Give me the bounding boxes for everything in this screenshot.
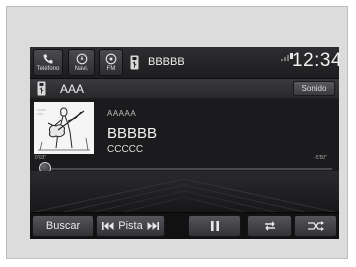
track-title: BBBBB: [107, 125, 158, 142]
album-subtitle: CCCCC: [107, 144, 144, 155]
repeat-icon: [264, 221, 275, 231]
radio-icon: [105, 53, 117, 64]
phone-icon: [43, 54, 53, 64]
shuffle-button[interactable]: [294, 215, 337, 237]
pause-icon: [210, 221, 219, 231]
compass-icon: [76, 53, 87, 64]
usb-icon: [37, 81, 46, 96]
control-bar: Buscar Pista: [30, 212, 339, 239]
now-playing-track-status: BBBBB: [148, 56, 185, 68]
remaining-time: -5'50": [314, 155, 327, 161]
elapsed-time: 0'03": [35, 155, 47, 161]
skip-forward-icon[interactable]: [147, 222, 159, 230]
status-bar: Teléfono Navi. FM BBBBB 12:34: [30, 47, 339, 79]
phone-label: Teléfono: [36, 65, 60, 72]
fm-label: FM: [106, 65, 116, 72]
progress-bar[interactable]: [42, 168, 332, 170]
shuffle-icon: [307, 221, 324, 231]
clock: 12:34: [292, 50, 339, 71]
track-control: Pista: [96, 215, 165, 237]
sound-button[interactable]: Sonido: [293, 81, 335, 96]
pause-button[interactable]: [188, 215, 241, 237]
skip-back-icon[interactable]: [102, 222, 114, 230]
navi-button[interactable]: Navi.: [68, 49, 95, 76]
guitarist-illustration: [34, 102, 94, 154]
repeat-button[interactable]: [247, 215, 292, 237]
track-label: Pista: [118, 220, 143, 232]
manual-illustration-frame: Teléfono Navi. FM BBBBB 12:34 AAA Sonido…: [6, 6, 348, 259]
phone-button[interactable]: Teléfono: [33, 49, 63, 76]
navi-label: Navi.: [74, 65, 89, 72]
artist-name: AAAAA: [107, 109, 137, 118]
search-button[interactable]: Buscar: [32, 215, 94, 237]
usb-icon: [130, 55, 139, 70]
source-row: AAA Sonido: [30, 79, 339, 98]
album-art: [34, 102, 94, 154]
fm-button[interactable]: FM: [99, 49, 123, 76]
audio-screen: Teléfono Navi. FM BBBBB 12:34 AAA Sonido…: [30, 47, 339, 239]
decorative-background: [30, 171, 339, 213]
album-name: AAA: [60, 82, 85, 96]
search-button-label: Buscar: [45, 220, 81, 232]
